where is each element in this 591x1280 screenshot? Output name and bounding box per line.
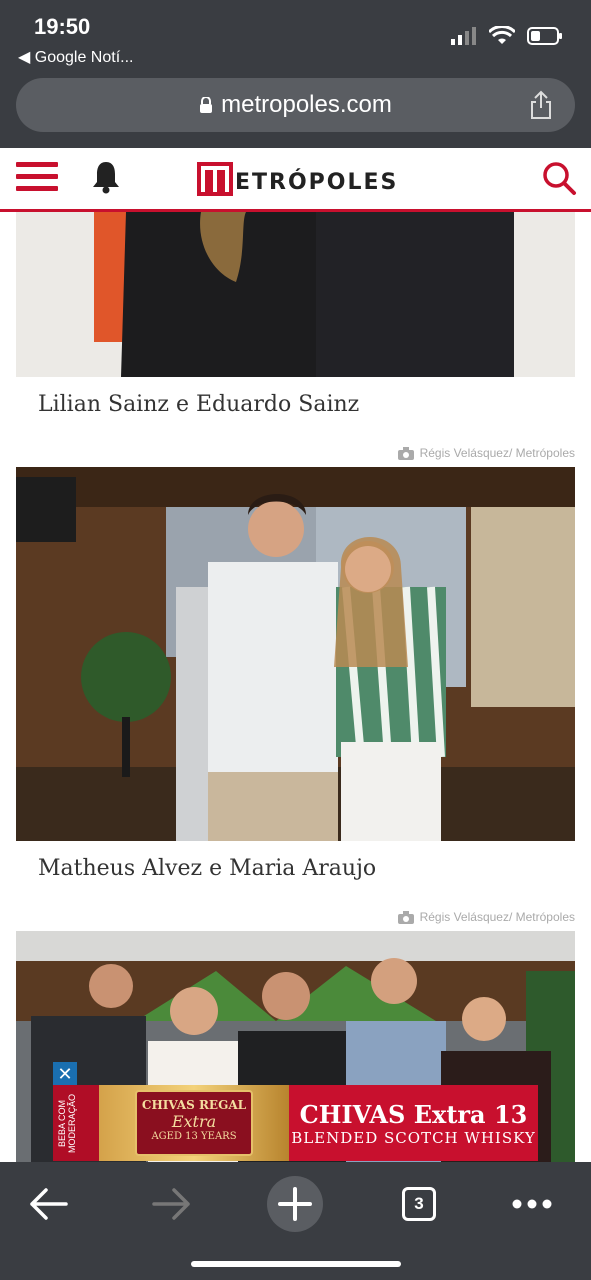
ad-label-age: AGED 13 YEARS [151,1131,237,1142]
ad-banner[interactable]: BEBA COM MODERAÇÃO CHIVAS REGAL Extra AG… [53,1085,538,1161]
tab-switcher-button[interactable]: 3 [391,1176,447,1232]
ad-text: CHIVAS Extra 13 BLENDED SCOTCH WHISKY [289,1100,538,1147]
home-indicator[interactable] [191,1261,401,1267]
cellular-signal-icon [451,27,476,45]
site-header: ETRÓPOLES [0,148,591,212]
camera-icon [397,910,414,924]
wifi-icon [489,26,515,44]
site-logo[interactable]: ETRÓPOLES [197,162,398,196]
more-menu-button[interactable] [504,1176,560,1232]
photo-credit: Régis Velásquez/ Metrópoles [397,910,575,924]
arrow-left-icon [30,1188,68,1220]
bell-icon[interactable] [92,160,120,194]
more-dots-icon [512,1199,552,1209]
back-to-app-link[interactable]: ◀ Google Notí... [18,47,133,67]
address-bar[interactable]: metropoles.com [16,78,575,132]
new-tab-button[interactable] [267,1176,323,1232]
lock-icon [200,97,213,113]
ad-label-extra: Extra [171,1112,217,1131]
ad-subtitle: BLENDED SCOTCH WHISKY [291,1128,536,1147]
ad-label-brand: CHIVAS REGAL [141,1098,247,1112]
ad-bottle-image: CHIVAS REGAL Extra AGED 13 YEARS [99,1085,289,1161]
gallery-photo[interactable] [16,212,575,377]
ad-title: CHIVAS Extra 13 [299,1099,528,1129]
logo-mark [197,162,233,196]
ad-bottle-label: CHIVAS REGAL Extra AGED 13 YEARS [135,1090,253,1156]
menu-icon[interactable] [16,162,58,194]
photo-credit-text: Régis Velásquez/ Metrópoles [419,910,575,924]
ad-close-button[interactable]: ✕ [53,1062,77,1086]
forward-button[interactable] [144,1176,200,1232]
gallery-content: Lilian Sainz e Eduardo Sainz Régis Velás… [0,212,591,1162]
photo-credit: Régis Velásquez/ Metrópoles [397,446,575,460]
gallery-photo[interactable] [16,467,575,841]
back-button[interactable] [20,1176,76,1232]
tab-count: 3 [402,1187,436,1221]
status-icons [451,26,563,46]
url-text: metropoles.com [221,91,392,118]
ad-side-text: BEBA COM MODERAÇÃO [53,1085,99,1161]
browser-chrome-top: 19:50 ◀ Google Notí... metropoles.com [0,0,591,148]
battery-icon [527,27,562,45]
search-icon[interactable] [541,160,577,196]
photo-caption: Lilian Sainz e Eduardo Sainz [38,392,360,417]
share-icon[interactable] [529,90,553,120]
arrow-right-icon [152,1188,190,1220]
status-time: 19:50 [34,14,91,39]
camera-icon [397,446,414,460]
plus-icon [278,1187,312,1221]
logo-text: ETRÓPOLES [235,169,399,195]
photo-credit-text: Régis Velásquez/ Metrópoles [419,446,575,460]
photo-caption: Matheus Alvez e Maria Araujo [38,856,377,881]
